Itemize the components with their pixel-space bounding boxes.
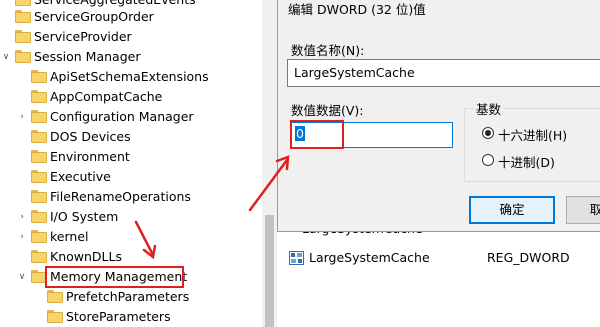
chevron-right-icon[interactable]: › — [17, 227, 27, 247]
chevron-down-icon[interactable]: ∨ — [1, 47, 11, 67]
tree-item-label: ServiceGroupOrder — [34, 9, 154, 24]
folder-icon — [31, 190, 47, 203]
tree-item-label: Session Manager — [34, 49, 141, 64]
tree-item[interactable]: Executive — [0, 167, 262, 187]
tree-item-label: KnownDLLs — [50, 249, 122, 264]
tree-item-label: Executive — [50, 169, 111, 184]
folder-icon — [31, 70, 47, 83]
value-name-text: LargeSystemCache — [294, 65, 415, 80]
tree-item-label: FileRenameOperations — [50, 189, 191, 204]
folder-icon — [31, 170, 47, 183]
dialog-title: 编辑 DWORD (32 位)值 — [288, 2, 426, 17]
annotation-selected-key-box — [45, 266, 184, 288]
folder-icon — [15, 10, 31, 23]
folder-icon — [15, 30, 31, 43]
folder-icon — [47, 290, 63, 303]
folder-icon — [31, 210, 47, 223]
tree-item[interactable]: ServiceGroupOrder — [0, 7, 262, 27]
folder-icon — [47, 310, 63, 323]
folder-icon — [31, 150, 47, 163]
tree-item-label: PrefetchParameters — [66, 289, 190, 304]
value-type: REG_DWORD — [487, 250, 570, 265]
registry-binary-icon — [289, 251, 304, 265]
tree-item[interactable]: › kernel — [0, 227, 262, 247]
annotation-highlight-box — [290, 120, 344, 149]
tree-item-label: ApiSetSchemaExtensions — [50, 69, 209, 84]
registry-tree[interactable]: ServiceAggregatedEventsServiceGroupOrder… — [0, 0, 262, 327]
tree-item-label: StoreParameters — [66, 309, 171, 324]
folder-icon — [31, 230, 47, 243]
folder-icon — [31, 110, 47, 123]
tree-item[interactable]: › I/O System — [0, 207, 262, 227]
radio-hex[interactable] — [482, 127, 494, 139]
folder-icon — [15, 0, 31, 6]
tree-item[interactable]: Environment — [0, 147, 262, 167]
radio-hex-dot — [485, 130, 491, 136]
tree-item-label: I/O System — [50, 209, 119, 224]
radio-dec-label[interactable]: 十进制(D) — [498, 152, 555, 171]
tree-item[interactable]: AppCompatCache — [0, 87, 262, 107]
tree-item[interactable]: PrefetchParameters — [0, 287, 262, 307]
edit-dword-dialog: 编辑 DWORD (32 位)值 数值名称(N): LargeSystemCac… — [277, 0, 600, 232]
radio-dec[interactable] — [482, 154, 494, 166]
ok-button[interactable]: 确定 — [469, 196, 555, 224]
value-data-label: 数值数据(V): — [291, 103, 364, 118]
tree-item[interactable]: ServiceProvider — [0, 27, 262, 47]
tree-item-label: Environment — [50, 149, 130, 164]
tree-item[interactable]: DOS Devices — [0, 127, 262, 147]
value-name-label: 数值名称(N): — [291, 43, 365, 58]
tree-item-label: DOS Devices — [50, 129, 131, 144]
tree-item[interactable]: ApiSetSchemaExtensions — [0, 67, 262, 87]
tree-item-label: ServiceProvider — [34, 29, 132, 44]
chevron-right-icon[interactable]: › — [17, 107, 27, 127]
folder-icon — [31, 250, 47, 263]
folder-icon — [31, 90, 47, 103]
folder-icon — [15, 50, 31, 63]
tree-item-label: Configuration Manager — [50, 109, 194, 124]
tree-item[interactable]: KnownDLLs — [0, 247, 262, 267]
radio-hex-label[interactable]: 十六进制(H) — [498, 125, 567, 144]
tree-item-label: kernel — [50, 229, 89, 244]
tree-item-label: AppCompatCache — [50, 89, 163, 104]
tree-scrollbar[interactable] — [262, 0, 277, 327]
value-name: LargeSystemCache — [309, 250, 430, 265]
chevron-down-icon[interactable]: ∨ — [17, 267, 27, 287]
cancel-button[interactable]: 取 — [566, 196, 600, 224]
value-name-field[interactable]: LargeSystemCache — [287, 59, 600, 87]
folder-icon — [31, 130, 47, 143]
chevron-right-icon[interactable]: › — [17, 207, 27, 227]
tree-item[interactable]: › Configuration Manager — [0, 107, 262, 127]
tree-scrollbar-thumb[interactable] — [265, 215, 274, 327]
tree-item[interactable]: FileRenameOperations — [0, 187, 262, 207]
tree-item[interactable]: StoreParameters — [0, 307, 262, 327]
tree-item[interactable]: ∨ Session Manager — [0, 47, 262, 67]
base-label: 基数 — [474, 99, 504, 118]
